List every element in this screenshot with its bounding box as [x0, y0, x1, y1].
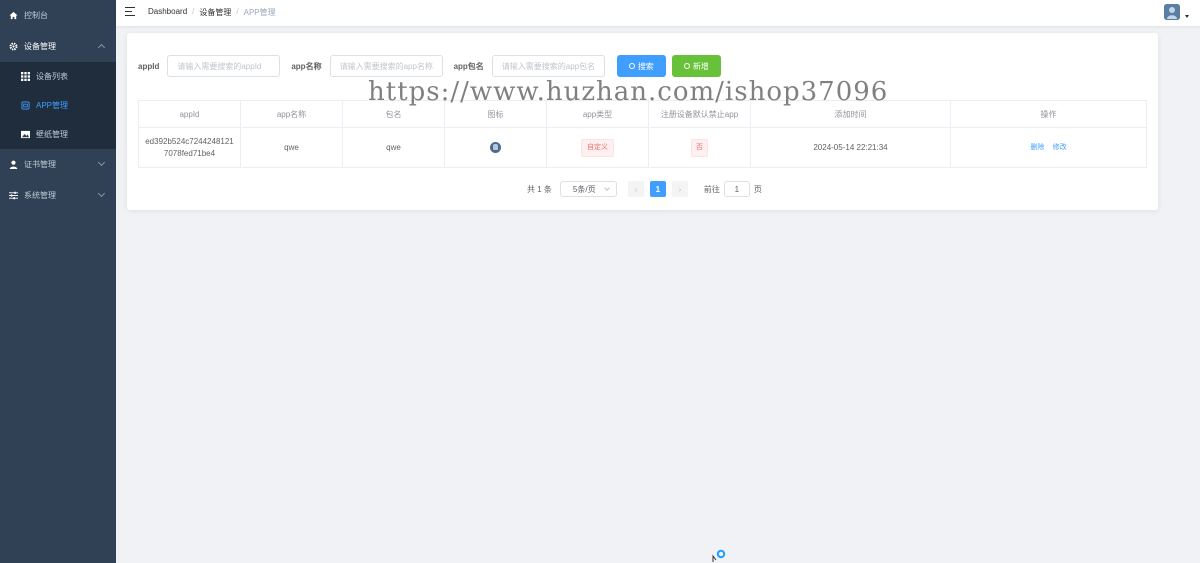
- sidebar-item-label: 设备列表: [36, 72, 68, 81]
- avatar[interactable]: [1164, 4, 1180, 20]
- sidebar-item-label: APP管理: [36, 101, 69, 110]
- goto-suffix: 页: [753, 184, 762, 194]
- caret-down-icon[interactable]: [1185, 15, 1189, 18]
- sidebar-item-system-management[interactable]: 系统管理: [0, 180, 116, 211]
- breadcrumb-dashboard[interactable]: Dashboard: [148, 7, 187, 18]
- submenu-device-management: 设备列表 APP管理 壁纸管理: [0, 62, 116, 149]
- appid-line: 7078fed71be4: [163, 148, 216, 158]
- sidebar-item-device-management[interactable]: 设备管理: [0, 31, 116, 62]
- app-management-card: appId 请输入需要搜索的appId app名称 请输入需要搜索的app名称 …: [127, 33, 1158, 210]
- navbar: Dashboard / 设备管理 / APP管理: [116, 0, 1200, 26]
- breadcrumb-separator: /: [192, 7, 195, 16]
- app-logo-icon: [490, 141, 501, 153]
- sidebar-item-certificate-management[interactable]: 证书管理: [0, 149, 116, 180]
- breadcrumb: Dashboard / 设备管理 / APP管理: [148, 7, 276, 18]
- search-form: appId 请输入需要搜索的appId app名称 请输入需要搜索的app名称 …: [138, 55, 727, 77]
- app-table: appId app名称 包名 图标 app类型 注册设备默认禁止app 添加时间…: [138, 100, 1147, 168]
- watermark: https://www.huzhan.com/ishop37096: [368, 77, 889, 107]
- sidebar-item-app-management[interactable]: APP管理: [0, 91, 116, 120]
- user-icon: [8, 160, 18, 170]
- grid-icon: [20, 72, 30, 82]
- home-icon: [8, 11, 18, 21]
- search-icon: [683, 63, 690, 69]
- column-header: app名称: [240, 100, 343, 128]
- goto-label: 前往: [703, 184, 720, 194]
- add-button-label: 新增: [692, 61, 709, 71]
- table-row: ed392b524c7244248121 7078fed71be4 qwe qw…: [138, 127, 1147, 168]
- cell-default-block: 否: [648, 127, 751, 168]
- search-button-label: 搜索: [637, 61, 654, 71]
- app-name-search-input[interactable]: 请输入需要搜索的app名称: [329, 55, 443, 77]
- app-icon: [20, 101, 30, 111]
- sidebar-item-label: 控制台: [24, 11, 48, 20]
- page-size-value: 5条/页: [572, 184, 596, 194]
- sidebar-item-device-list[interactable]: 设备列表: [0, 62, 116, 91]
- pagination-total: 共 1 条: [527, 184, 552, 194]
- search-icon: [628, 63, 635, 69]
- search-button[interactable]: 搜索: [616, 55, 666, 77]
- column-header: appId: [138, 100, 241, 128]
- sidebar-item-label: 证书管理: [24, 160, 56, 169]
- app-name-label: app名称: [291, 61, 322, 71]
- chevron-down-icon: [604, 185, 610, 191]
- goto-page-input[interactable]: 1: [723, 181, 750, 197]
- chevron-down-icon: [97, 189, 106, 198]
- breadcrumb-separator: /: [236, 7, 239, 16]
- pagination: 共 1 条 5条/页 ‹ 1 › 前往 1 页: [527, 181, 762, 197]
- sidebar-item-dashboard[interactable]: 控制台: [0, 0, 116, 31]
- app-type-tag: 自定义: [581, 138, 614, 157]
- prev-page-button[interactable]: ‹: [627, 181, 644, 197]
- cell-app-name: qwe: [240, 127, 343, 168]
- column-header: 操作: [950, 100, 1147, 128]
- cell-appid: ed392b524c7244248121 7078fed71be4: [138, 127, 241, 168]
- chevron-down-icon: [97, 158, 106, 167]
- sliders-icon: [8, 191, 18, 201]
- cell-added-time: 2024-05-14 22:21:34: [750, 127, 951, 168]
- delete-link[interactable]: 删除: [1030, 144, 1044, 151]
- chevron-up-icon: [97, 43, 106, 52]
- sidebar: 控制台 设备管理 设备列表 APP管理 壁纸管理 证书管理 系统管理: [0, 0, 116, 563]
- breadcrumb-device-management[interactable]: 设备管理: [199, 7, 231, 18]
- breadcrumb-app-management: APP管理: [243, 8, 276, 17]
- app-package-label: app包名: [453, 61, 484, 71]
- gear-icon: [8, 42, 18, 52]
- appid-label: appId: [138, 61, 160, 71]
- edit-link[interactable]: 修改: [1053, 144, 1067, 151]
- cell-package: qwe: [342, 127, 445, 168]
- floating-logo-icon[interactable]: [712, 549, 726, 563]
- sidebar-item-wallpaper-management[interactable]: 壁纸管理: [0, 120, 116, 149]
- hamburger-icon[interactable]: [125, 7, 135, 16]
- cell-actions: 删除 修改: [950, 127, 1147, 168]
- next-page-button[interactable]: ›: [671, 181, 688, 197]
- sidebar-item-label: 设备管理: [24, 42, 56, 51]
- cell-icon: [444, 127, 547, 168]
- app-package-search-input[interactable]: 请输入需要搜索的app包名: [491, 55, 605, 77]
- page-size-select[interactable]: 5条/页: [559, 181, 617, 197]
- appid-search-input[interactable]: 请输入需要搜索的appId: [167, 55, 281, 77]
- add-button[interactable]: 新增: [671, 55, 721, 77]
- page-number-current[interactable]: 1: [649, 181, 666, 197]
- appid-line: ed392b524c7244248121: [145, 136, 234, 146]
- goto-page: 前往 1 页: [704, 181, 762, 197]
- cell-app-type: 自定义: [546, 127, 649, 168]
- default-block-tag: 否: [691, 138, 708, 157]
- sidebar-item-label: 壁纸管理: [36, 130, 68, 139]
- sidebar-item-label: 系统管理: [24, 191, 56, 200]
- image-icon: [20, 130, 30, 140]
